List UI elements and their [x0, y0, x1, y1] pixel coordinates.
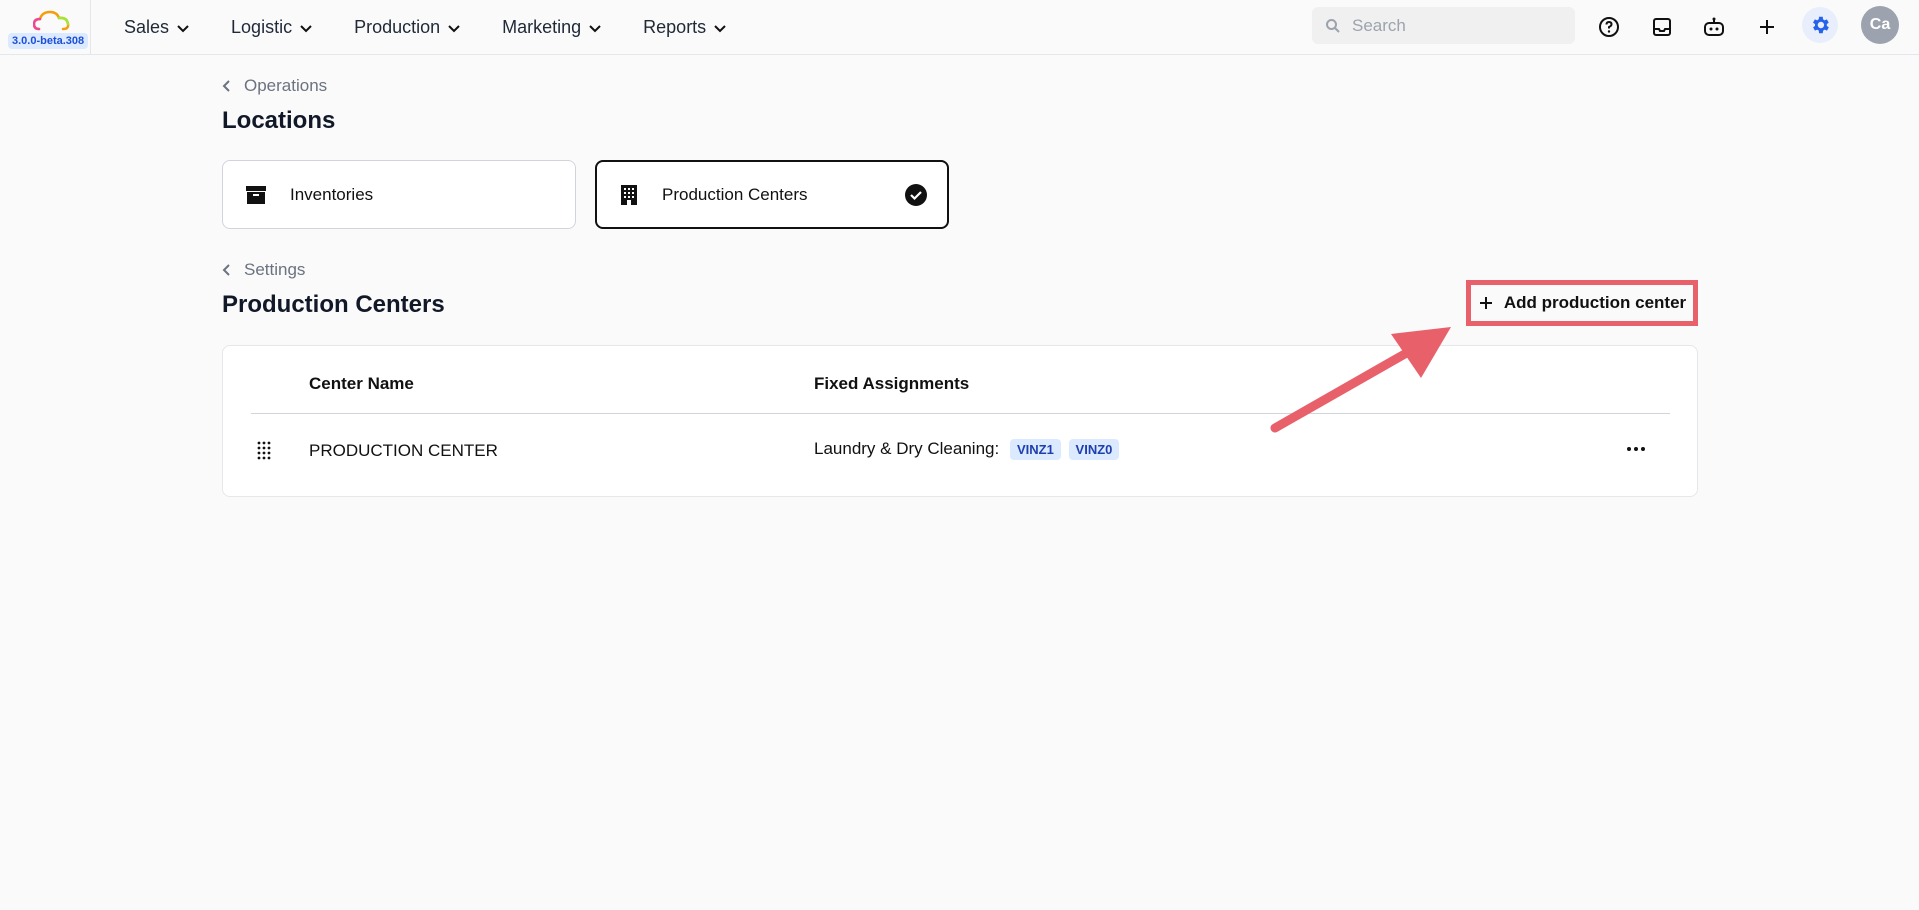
chevron-left-icon — [222, 264, 230, 276]
nav-production[interactable]: Production — [354, 17, 461, 38]
nav-logistic[interactable]: Logistic — [231, 17, 313, 38]
plus-icon — [1760, 20, 1774, 34]
gear-icon — [1813, 16, 1829, 34]
assistant-button[interactable] — [1698, 11, 1730, 43]
settings-button[interactable] — [1802, 7, 1838, 43]
card-inventories-label: Inventories — [290, 184, 374, 204]
search-icon — [1326, 18, 1340, 33]
column-header-center-name: Center Name — [309, 374, 414, 393]
plus-icon — [1479, 297, 1492, 309]
inbox-icon — [1653, 18, 1671, 36]
create-button[interactable] — [1751, 11, 1783, 43]
search-input[interactable] — [1352, 15, 1562, 36]
chevron-down-icon — [177, 24, 189, 32]
drag-handle-icon[interactable] — [257, 441, 271, 461]
center-name-cell: PRODUCTION CENTER — [309, 441, 498, 460]
nav-marketing[interactable]: Marketing — [502, 17, 602, 38]
add-production-center-button[interactable]: Add production center — [1466, 280, 1698, 326]
nav-production-label: Production — [354, 17, 441, 37]
chevron-left-icon — [222, 80, 230, 92]
avatar[interactable]: Ca — [1861, 6, 1899, 44]
section-title: Production Centers — [222, 291, 445, 318]
nav-marketing-label: Marketing — [502, 17, 582, 37]
building-icon — [621, 184, 637, 205]
nav-logistic-label: Logistic — [231, 17, 293, 37]
chevron-down-icon — [300, 24, 312, 32]
robot-icon — [1704, 17, 1724, 36]
chevron-down-icon — [714, 24, 726, 32]
assignment-tag: VINZ0 — [1068, 439, 1120, 461]
logo-area[interactable]: 3.0.0-beta.308 — [0, 0, 91, 55]
breadcrumb-settings[interactable]: Settings — [222, 260, 305, 280]
version-badge: 3.0.0-beta.308 — [8, 33, 89, 49]
chevron-down-icon — [448, 24, 460, 32]
assignment-label: Laundry & Dry Cleaning: — [814, 439, 1000, 458]
help-button[interactable] — [1593, 11, 1625, 43]
nav-reports[interactable]: Reports — [643, 17, 727, 38]
cloud-logo-icon — [33, 10, 70, 31]
column-header-fixed-assignments: Fixed Assignments — [814, 374, 970, 393]
breadcrumb-settings-label: Settings — [244, 260, 306, 279]
card-production-centers[interactable]: Production Centers — [595, 160, 949, 229]
nav-sales-label: Sales — [124, 17, 170, 37]
card-inventories[interactable]: Inventories — [222, 160, 576, 229]
inbox-button[interactable] — [1646, 11, 1678, 43]
help-circle-icon — [1599, 17, 1619, 37]
more-options-icon[interactable] — [1626, 446, 1646, 452]
card-production-centers-label: Production Centers — [662, 184, 808, 204]
page-title: Locations — [222, 107, 336, 134]
table-divider — [251, 413, 1670, 414]
assignment-tag: VINZ1 — [1009, 439, 1061, 461]
nav-reports-label: Reports — [643, 17, 707, 37]
top-bar: 3.0.0-beta.308 Sales Logistic Production… — [0, 0, 1919, 55]
add-production-center-label: Add production center — [1503, 293, 1687, 312]
check-circle-icon — [905, 184, 927, 206]
main-nav: Sales Logistic Production Marketing Repo… — [124, 0, 768, 55]
chevron-down-icon — [589, 24, 601, 32]
fixed-assignments-cell: Laundry & Dry Cleaning: VINZ1 VINZ0 — [814, 439, 1120, 461]
search-box[interactable] — [1312, 7, 1575, 44]
breadcrumb-operations-label: Operations — [244, 76, 328, 95]
production-centers-table: Center Name Fixed Assignments PRODUCTION… — [222, 345, 1698, 497]
breadcrumb-operations[interactable]: Operations — [222, 76, 327, 96]
archive-box-icon — [246, 185, 266, 204]
nav-sales[interactable]: Sales — [124, 17, 190, 38]
